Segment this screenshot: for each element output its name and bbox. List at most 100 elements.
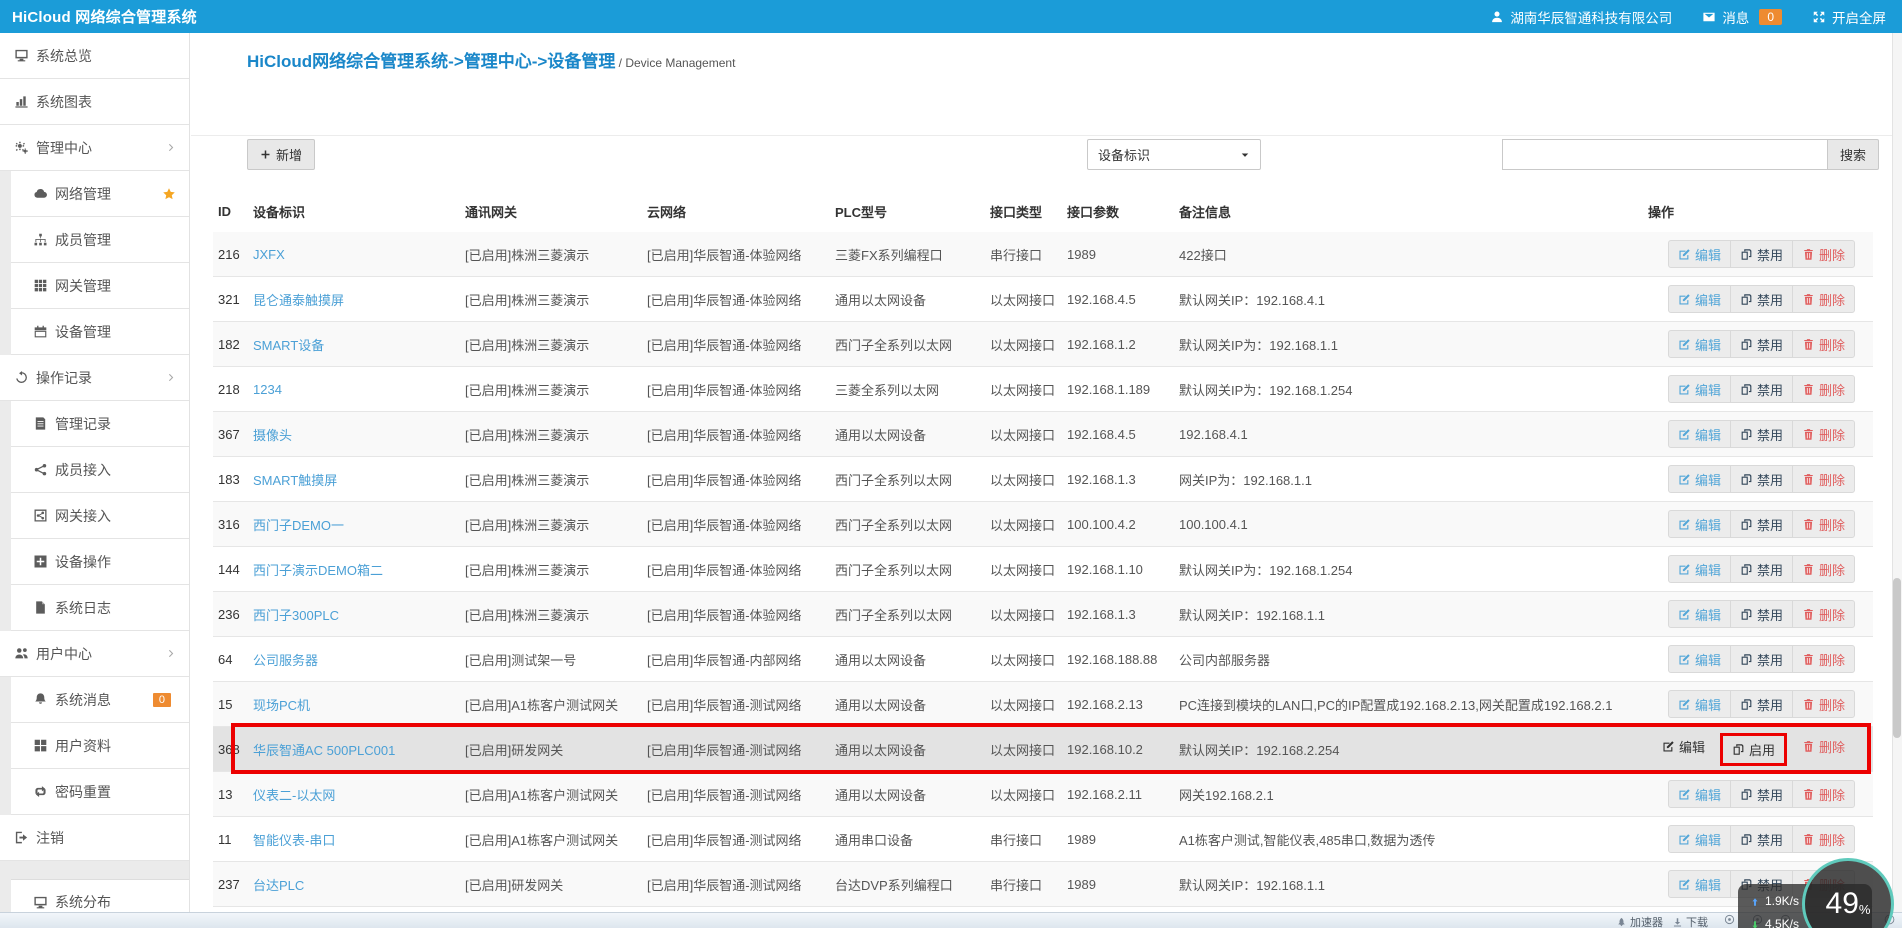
disable-button[interactable]: 禁用 bbox=[1730, 825, 1793, 853]
edit-button[interactable]: 编辑 bbox=[1668, 420, 1731, 448]
device-link[interactable]: 台达PLC bbox=[253, 878, 304, 893]
edit-button[interactable]: 编辑 bbox=[1668, 780, 1731, 808]
device-link[interactable]: 西门子DEMO一 bbox=[253, 518, 344, 533]
edit-button[interactable]: 编辑 bbox=[1668, 240, 1731, 268]
edit-button[interactable]: 编辑 bbox=[1668, 870, 1731, 898]
messages-menu[interactable]: 消息 0 bbox=[1702, 7, 1782, 27]
fullscreen-toggle[interactable]: 开启全屏 bbox=[1812, 7, 1886, 27]
edit-button[interactable]: 编辑 bbox=[1668, 285, 1731, 313]
delete-button[interactable]: 删除 bbox=[1792, 375, 1855, 403]
sidebar-item-member-management[interactable]: 成员管理 bbox=[11, 217, 189, 263]
cell-gateway: [已启用]株洲三菱演示 bbox=[465, 290, 647, 309]
enable-button[interactable]: 启用 bbox=[1720, 733, 1787, 766]
device-link[interactable]: SMART设备 bbox=[253, 338, 324, 353]
disable-button[interactable]: 禁用 bbox=[1730, 600, 1793, 628]
sidebar-item-logout[interactable]: 注销 bbox=[0, 815, 189, 861]
device-link[interactable]: JXFX bbox=[253, 247, 285, 262]
delete-button[interactable]: 删除 bbox=[1792, 465, 1855, 493]
scrollbar-thumb[interactable] bbox=[1893, 578, 1901, 738]
file-icon bbox=[33, 600, 48, 615]
disable-button[interactable]: 禁用 bbox=[1730, 240, 1793, 268]
delete-button[interactable]: 删除 bbox=[1792, 285, 1855, 313]
edit-button[interactable]: 编辑 bbox=[1668, 330, 1731, 358]
disable-button[interactable]: 禁用 bbox=[1730, 690, 1793, 718]
device-link[interactable]: 仪表二-以太网 bbox=[253, 788, 335, 803]
sidebar-item-device-operation[interactable]: 设备操作 bbox=[11, 539, 189, 585]
add-device-button[interactable]: 新增 bbox=[247, 139, 315, 170]
delete-button[interactable]: 删除 bbox=[1792, 330, 1855, 358]
disable-button[interactable]: 禁用 bbox=[1730, 780, 1793, 808]
sidebar-item-label: 系统图表 bbox=[36, 92, 92, 112]
sidebar-item-password-reset[interactable]: 密码重置 bbox=[11, 769, 189, 815]
sidebar-item-system-messages[interactable]: 系统消息 0 bbox=[11, 677, 189, 723]
cell-id: 316 bbox=[213, 517, 253, 532]
edit-button[interactable]: 编辑 bbox=[1668, 690, 1731, 718]
device-link[interactable]: 昆仑通泰触摸屏 bbox=[253, 293, 344, 308]
search-button[interactable]: 搜索 bbox=[1827, 139, 1879, 170]
cell-cloud-network: [已启用]华辰智通-体验网络 bbox=[647, 515, 835, 534]
accelerator-tool[interactable]: 加速器 bbox=[1616, 914, 1663, 928]
sidebar-item-member-access[interactable]: 成员接入 bbox=[11, 447, 189, 493]
sidebar-item-user-profile[interactable]: 用户资料 bbox=[11, 723, 189, 769]
disable-button[interactable]: 禁用 bbox=[1730, 465, 1793, 493]
disable-button[interactable]: 禁用 bbox=[1730, 555, 1793, 583]
cell-gateway: [已启用]株洲三菱演示 bbox=[465, 335, 647, 354]
sidebar-item-operation-records[interactable]: 操作记录 bbox=[0, 355, 189, 401]
toggle-icon bbox=[1740, 473, 1753, 486]
device-link[interactable]: 华辰智通AC 500PLC001 bbox=[253, 743, 395, 758]
device-link[interactable]: 智能仪表-串口 bbox=[253, 833, 335, 848]
account-menu[interactable]: 湖南华辰智通科技有限公司 bbox=[1490, 7, 1672, 27]
delete-button[interactable]: 删除 bbox=[1792, 510, 1855, 538]
delete-button[interactable]: 删除 bbox=[1792, 555, 1855, 583]
sidebar-item-system-logs[interactable]: 系统日志 bbox=[11, 585, 189, 631]
edit-button[interactable]: 编辑 bbox=[1652, 733, 1715, 761]
delete-button[interactable]: 删除 bbox=[1792, 600, 1855, 628]
add-button-label: 新增 bbox=[276, 145, 302, 164]
edit-button[interactable]: 编辑 bbox=[1668, 375, 1731, 403]
sidebar-item-gateway-access[interactable]: 网关接入 bbox=[11, 493, 189, 539]
edit-button[interactable]: 编辑 bbox=[1668, 555, 1731, 583]
sidebar-item-management-center[interactable]: 管理中心 bbox=[0, 125, 189, 171]
sidebar-item-management-records[interactable]: 管理记录 bbox=[11, 401, 189, 447]
delete-button[interactable]: 删除 bbox=[1792, 733, 1855, 761]
sidebar-item-device-management[interactable]: 设备管理 bbox=[11, 309, 189, 355]
device-link[interactable]: 西门子演示DEMO箱二 bbox=[253, 563, 383, 578]
delete-button[interactable]: 删除 bbox=[1792, 690, 1855, 718]
sidebar-item-network-management[interactable]: 网络管理 bbox=[11, 171, 189, 217]
device-link[interactable]: 摄像头 bbox=[253, 428, 292, 443]
cell-gateway: [已启用]A1栋客户测试网关 bbox=[465, 830, 647, 849]
edit-button[interactable]: 编辑 bbox=[1668, 510, 1731, 538]
cell-interface-type: 串行接口 bbox=[990, 245, 1067, 264]
browser-tool-1[interactable] bbox=[1724, 914, 1735, 925]
disable-button[interactable]: 禁用 bbox=[1730, 330, 1793, 358]
disable-button[interactable]: 禁用 bbox=[1730, 375, 1793, 403]
delete-button[interactable]: 删除 bbox=[1792, 645, 1855, 673]
edit-button[interactable]: 编辑 bbox=[1668, 600, 1731, 628]
search-input[interactable] bbox=[1502, 139, 1828, 170]
edit-icon bbox=[1678, 653, 1691, 666]
delete-button[interactable]: 删除 bbox=[1792, 420, 1855, 448]
device-link[interactable]: SMART触摸屏 bbox=[253, 473, 337, 488]
sidebar-item-user-center[interactable]: 用户中心 bbox=[0, 631, 189, 677]
disable-button[interactable]: 禁用 bbox=[1730, 645, 1793, 673]
device-link[interactable]: 西门子300PLC bbox=[253, 608, 339, 623]
sidebar-item-system-charts[interactable]: 系统图表 bbox=[0, 79, 189, 125]
sidebar-item-gateway-management[interactable]: 网关管理 bbox=[11, 263, 189, 309]
edit-button[interactable]: 编辑 bbox=[1668, 645, 1731, 673]
delete-button[interactable]: 删除 bbox=[1792, 780, 1855, 808]
device-link[interactable]: 公司服务器 bbox=[253, 653, 318, 668]
sidebar-item-system-overview[interactable]: 系统总览 bbox=[0, 33, 189, 79]
disable-button[interactable]: 禁用 bbox=[1730, 510, 1793, 538]
disable-button[interactable]: 禁用 bbox=[1730, 285, 1793, 313]
edit-button[interactable]: 编辑 bbox=[1668, 465, 1731, 493]
device-link[interactable]: 现场PC机 bbox=[253, 698, 310, 713]
cell-interface-type: 以太网接口 bbox=[990, 515, 1067, 534]
disable-button[interactable]: 禁用 bbox=[1730, 420, 1793, 448]
delete-button[interactable]: 删除 bbox=[1792, 240, 1855, 268]
download-tool[interactable]: 下载 bbox=[1672, 914, 1708, 928]
vertical-scrollbar[interactable] bbox=[1892, 33, 1902, 912]
edit-button[interactable]: 编辑 bbox=[1668, 825, 1731, 853]
filter-select[interactable]: 设备标识 bbox=[1087, 139, 1261, 170]
device-link[interactable]: 1234 bbox=[253, 382, 282, 397]
delete-button[interactable]: 删除 bbox=[1792, 825, 1855, 853]
